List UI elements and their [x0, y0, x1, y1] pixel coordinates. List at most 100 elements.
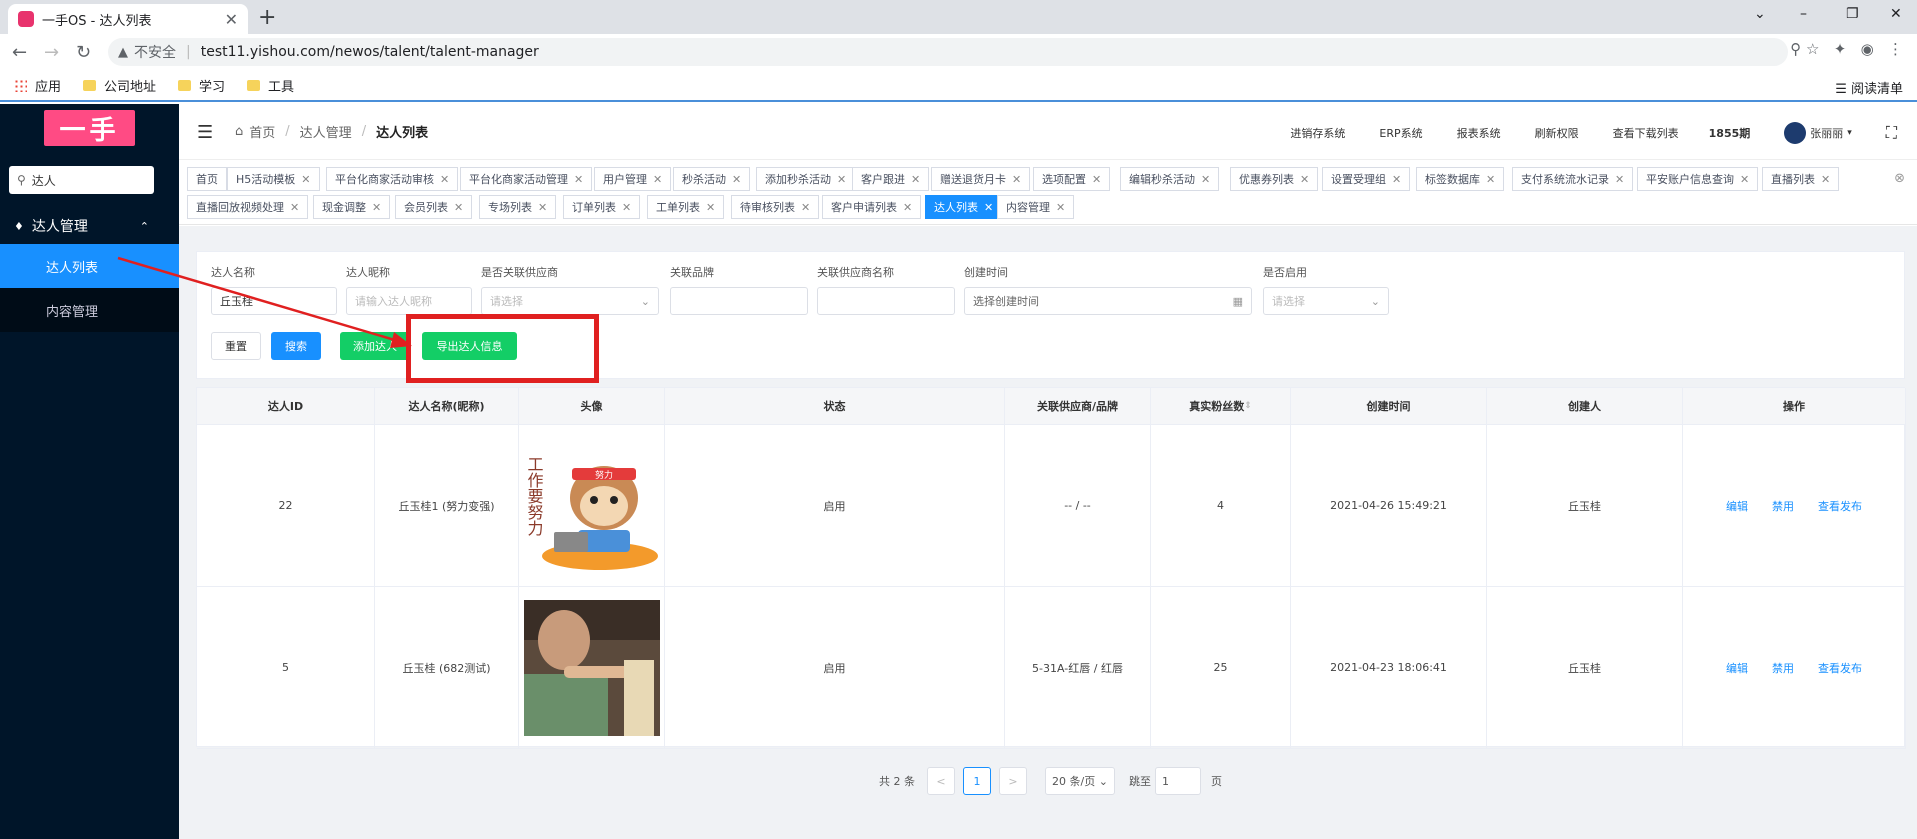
- bookmark-apps[interactable]: 应用: [14, 76, 61, 95]
- tag-close-icon[interactable]: ✕: [622, 201, 631, 214]
- close-tab-icon[interactable]: ✕: [225, 10, 238, 29]
- col-fans-header[interactable]: 真实粉丝数 ⇕: [1151, 388, 1291, 425]
- edit-link[interactable]: 编辑: [1726, 498, 1748, 514]
- tag-close-icon[interactable]: ✕: [984, 201, 993, 214]
- tag-item[interactable]: 赠送退货月卡 ✕: [931, 167, 1031, 191]
- tag-close-icon[interactable]: ✕: [372, 201, 381, 214]
- goto-page-input[interactable]: 1: [1155, 767, 1201, 795]
- tag-item[interactable]: 订单列表 ✕: [563, 195, 641, 219]
- forward-icon[interactable]: →: [44, 42, 59, 63]
- close-all-tags-icon[interactable]: ⊗: [1894, 171, 1905, 186]
- hamburger-icon[interactable]: ☰: [197, 122, 213, 143]
- back-icon[interactable]: ←: [12, 42, 27, 63]
- tag-close-icon[interactable]: ✕: [653, 173, 662, 186]
- tag-close-icon[interactable]: ✕: [1486, 173, 1495, 186]
- browser-tab[interactable]: 一手OS - 达人列表 ✕: [8, 4, 248, 34]
- minimize-icon[interactable]: –: [1800, 6, 1807, 22]
- tag-close-icon[interactable]: ✕: [1740, 173, 1749, 186]
- tag-close-icon[interactable]: ✕: [801, 201, 810, 214]
- tag-close-icon[interactable]: ✕: [574, 173, 583, 186]
- bookmark-tools[interactable]: 工具: [247, 76, 294, 95]
- tag-item[interactable]: 达人列表 ✕: [925, 195, 1003, 219]
- tag-item[interactable]: 工单列表 ✕: [647, 195, 725, 219]
- add-talent-button[interactable]: 添加达人: [340, 332, 410, 360]
- bookmark-study[interactable]: 学习: [178, 76, 225, 95]
- tag-item[interactable]: 现金调整 ✕: [313, 195, 391, 219]
- tag-close-icon[interactable]: ✕: [911, 173, 920, 186]
- tag-close-icon[interactable]: ✕: [903, 201, 912, 214]
- window-close-icon[interactable]: ✕: [1890, 6, 1902, 22]
- tag-close-icon[interactable]: ✕: [1056, 201, 1065, 214]
- menu-group-talent[interactable]: ♦ 达人管理 ⌃: [0, 208, 179, 244]
- tag-item[interactable]: 平台化商家活动管理 ✕: [460, 167, 593, 191]
- tag-item[interactable]: 编辑秒杀活动 ✕: [1120, 167, 1220, 191]
- tag-close-icon[interactable]: ✕: [1092, 173, 1101, 186]
- tag-item[interactable]: 客户申请列表 ✕: [822, 195, 922, 219]
- tag-close-icon[interactable]: ✕: [290, 201, 299, 214]
- pager-current-page[interactable]: 1: [963, 767, 991, 795]
- pager-next-button[interactable]: >: [999, 767, 1027, 795]
- tag-close-icon[interactable]: ✕: [1201, 173, 1210, 186]
- tag-item[interactable]: 标签数据库 ✕: [1416, 167, 1505, 191]
- search-button[interactable]: 搜索: [271, 332, 321, 360]
- profile-and-extension-icons[interactable]: ⚲ ☆ ✦ ◉ ⋮: [1790, 40, 1903, 58]
- tag-item[interactable]: 专场列表 ✕: [479, 195, 557, 219]
- disable-link[interactable]: 禁用: [1772, 498, 1794, 514]
- avatar[interactable]: [1784, 122, 1807, 144]
- tag-close-icon[interactable]: ✕: [301, 173, 310, 186]
- reset-button[interactable]: 重置: [211, 332, 261, 360]
- view-posts-link[interactable]: 查看发布: [1818, 660, 1862, 676]
- tag-close-icon[interactable]: ✕: [1012, 173, 1021, 186]
- caret-down-icon[interactable]: ▾: [1847, 128, 1852, 138]
- avatar-monkey-sticker[interactable]: 工作要努力 努力: [524, 438, 660, 574]
- tag-item[interactable]: 秒杀活动 ✕: [673, 167, 751, 191]
- link-download-list[interactable]: 查看下载列表: [1613, 125, 1679, 141]
- tag-item[interactable]: 首页: [187, 167, 227, 191]
- tag-item[interactable]: 支付系统流水记录 ✕: [1512, 167, 1634, 191]
- fullscreen-icon[interactable]: ⛶: [1886, 123, 1897, 143]
- tag-item[interactable]: 会员列表 ✕: [395, 195, 473, 219]
- supplier-name-input[interactable]: [817, 287, 955, 315]
- new-tab-button[interactable]: +: [258, 5, 276, 30]
- enabled-select[interactable]: 请选择 ⌄: [1263, 287, 1389, 315]
- tag-item[interactable]: 平台化商家活动审核 ✕: [326, 167, 459, 191]
- restore-icon[interactable]: ❐: [1846, 6, 1859, 22]
- supplier-linked-select[interactable]: 请选择 ⌄: [481, 287, 659, 315]
- tag-close-icon[interactable]: ✕: [440, 173, 449, 186]
- tag-close-icon[interactable]: ✕: [1615, 173, 1624, 186]
- tag-close-icon[interactable]: ✕: [454, 201, 463, 214]
- tag-item[interactable]: 设置受理组 ✕: [1322, 167, 1411, 191]
- tag-item[interactable]: 优惠券列表 ✕: [1230, 167, 1319, 191]
- view-posts-link[interactable]: 查看发布: [1818, 498, 1862, 514]
- breadcrumb-home[interactable]: 首页: [249, 122, 275, 141]
- tag-close-icon[interactable]: ✕: [1300, 173, 1309, 186]
- sidebar-item-content[interactable]: 内容管理: [0, 288, 179, 332]
- tag-close-icon[interactable]: ✕: [706, 201, 715, 214]
- address-bar[interactable]: ▲ 不安全 | test11.yishou.com/newos/talent/t…: [108, 38, 1788, 66]
- edit-link[interactable]: 编辑: [1726, 660, 1748, 676]
- tag-item[interactable]: 直播列表 ✕: [1762, 167, 1840, 191]
- tag-item[interactable]: 客户跟进 ✕: [852, 167, 930, 191]
- tag-close-icon[interactable]: ✕: [837, 173, 846, 186]
- link-inventory[interactable]: 进销存系统: [1290, 125, 1345, 141]
- tag-close-icon[interactable]: ✕: [1821, 173, 1830, 186]
- tag-item[interactable]: 直播回放视频处理 ✕: [187, 195, 309, 219]
- user-name[interactable]: 张丽丽: [1810, 125, 1843, 141]
- menu-search-input[interactable]: ⚲ 达人: [9, 166, 154, 194]
- tag-item[interactable]: 用户管理 ✕: [594, 167, 672, 191]
- sort-icon[interactable]: ⇕: [1244, 401, 1252, 411]
- tag-item[interactable]: 待审核列表 ✕: [731, 195, 820, 219]
- link-refresh-permission[interactable]: 刷新权限: [1535, 125, 1579, 141]
- tag-item[interactable]: 添加秒杀活动 ✕: [756, 167, 856, 191]
- bookmark-company[interactable]: 公司地址: [83, 76, 156, 95]
- avatar-photo[interactable]: [523, 599, 660, 736]
- nickname-input[interactable]: 请输入达人昵称: [346, 287, 472, 315]
- pager-prev-button[interactable]: <: [927, 767, 955, 795]
- created-time-picker[interactable]: 选择创建时间 ▦: [964, 287, 1252, 315]
- reload-icon[interactable]: ↻: [76, 42, 91, 63]
- tag-close-icon[interactable]: ✕: [538, 201, 547, 214]
- tag-item[interactable]: 内容管理 ✕: [997, 195, 1075, 219]
- breadcrumb-talent[interactable]: 达人管理: [300, 122, 352, 141]
- sidebar-item-talent-list[interactable]: 达人列表: [0, 244, 179, 288]
- tag-item[interactable]: H5活动模板 ✕: [227, 167, 320, 191]
